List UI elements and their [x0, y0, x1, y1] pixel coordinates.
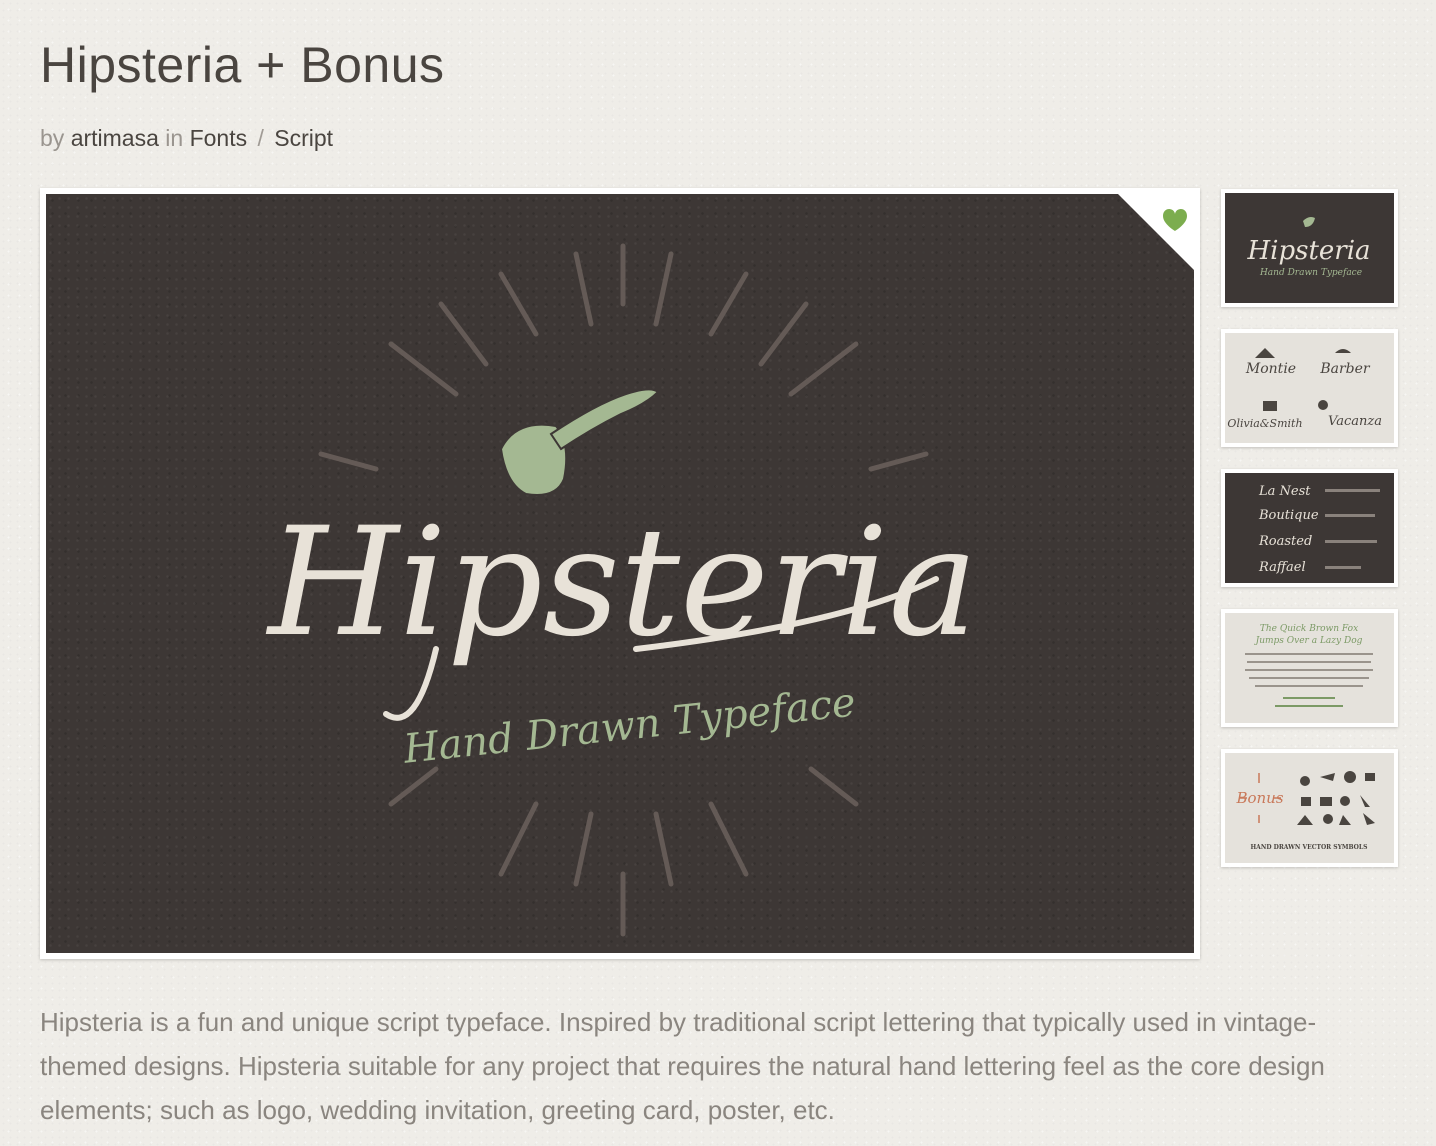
svg-text:The Quick Brown Fox: The Quick Brown Fox	[1260, 624, 1358, 634]
thumbnail-1[interactable]: Hipsteria Hand Drawn Typeface	[1221, 189, 1398, 307]
svg-text:Hand Drawn Typeface: Hand Drawn Typeface	[1259, 268, 1362, 278]
main-preview-image[interactable]: Hipsteria Hand Drawn Typeface	[46, 194, 1194, 953]
svg-text:Roasted: Roasted	[1258, 534, 1312, 549]
svg-text:Hipsteria: Hipsteria	[1246, 236, 1370, 266]
svg-text:La Nest: La Nest	[1258, 484, 1311, 499]
by-label: by	[40, 125, 65, 151]
author-link[interactable]: artimasa	[71, 125, 159, 151]
svg-text:Raffael: Raffael	[1258, 560, 1306, 575]
svg-text:Jumps Over a Lazy Dog: Jumps Over a Lazy Dog	[1254, 636, 1363, 646]
thumbnail-2[interactable]: Montie Barber Olivia&Smith Vacanza	[1221, 329, 1398, 447]
category-link[interactable]: Fonts	[190, 125, 248, 151]
thumbnail-5[interactable]: Bonus HAND DRAWN VECTOR SYMBOLS	[1221, 749, 1398, 867]
svg-text:Vacanza: Vacanza	[1328, 414, 1382, 429]
svg-text:Boutique: Boutique	[1258, 508, 1319, 523]
thumbnail-4[interactable]: The Quick Brown Fox Jumps Over a Lazy Do…	[1221, 609, 1398, 727]
tagline-text: Hand Drawn Typeface	[401, 679, 858, 772]
breadcrumb-separator: /	[257, 125, 264, 151]
svg-text:Barber: Barber	[1319, 361, 1371, 377]
in-label: in	[165, 125, 184, 151]
main-preview[interactable]: Hipsteria Hand Drawn Typeface	[40, 188, 1200, 959]
thumbnail-strip: Hipsteria Hand Drawn Typeface Montie Bar…	[1221, 189, 1398, 889]
preview-artwork: Hipsteria Hand Drawn Typeface	[265, 243, 978, 937]
svg-text:Olivia&Smith: Olivia&Smith	[1227, 417, 1302, 430]
svg-text:HAND DRAWN VECTOR SYMBOLS: HAND DRAWN VECTOR SYMBOLS	[1251, 844, 1368, 851]
byline: by artimasa in Fonts / Script	[40, 125, 333, 152]
subcategory-link[interactable]: Script	[274, 125, 333, 151]
product-description: Hipsteria is a fun and unique script typ…	[40, 1007, 1325, 1125]
svg-text:Montie: Montie	[1245, 361, 1296, 377]
svg-text:Bonus: Bonus	[1235, 789, 1283, 807]
favorite-button[interactable]	[1118, 194, 1194, 270]
script-title-text: Hipsteria	[265, 496, 978, 670]
thumbnail-3[interactable]: La Nest Boutique Roasted Raffael	[1221, 469, 1398, 587]
page-title: Hipsteria + Bonus	[40, 37, 445, 93]
